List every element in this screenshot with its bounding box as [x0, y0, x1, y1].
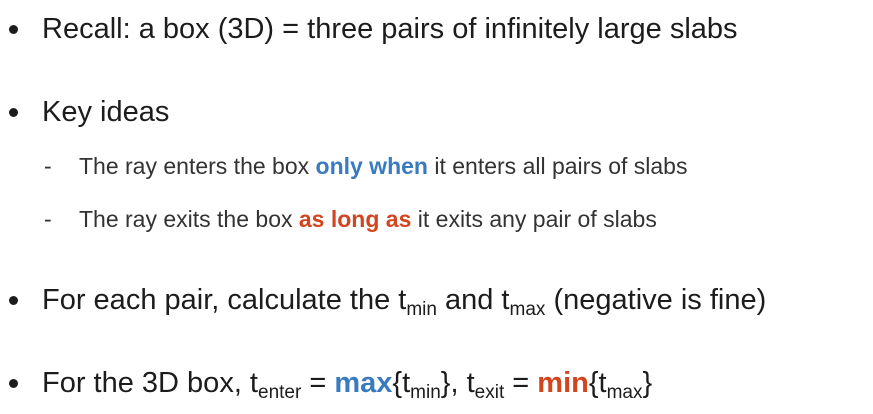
pair-mid: and t — [436, 284, 510, 316]
pair-prefix: For each pair, calculate the t — [42, 284, 407, 316]
pair-suffix: (negative is fine) — [545, 284, 767, 316]
enters-suffix: it enters all pairs of slabs — [427, 153, 688, 179]
bullet-recall-text: Recall: a box (3D) = three pairs of infi… — [42, 13, 738, 45]
box-prefix: For the 3D box, t — [42, 367, 258, 399]
bullet-key-ideas-text: Key ideas — [42, 96, 170, 128]
bullet-3d-box-text: For the 3D box, tenter = max{tmin}, texi… — [42, 366, 652, 404]
subbullet-dash: - — [44, 153, 52, 179]
box-brace-close-1: }, t — [440, 367, 475, 399]
box-brace-open-2: {t — [588, 367, 607, 399]
box-equals-2: = — [504, 367, 538, 399]
pair-min-subscript: min — [406, 299, 437, 320]
bullet-dot — [9, 379, 18, 388]
enters-highlight: only when — [315, 153, 428, 179]
box-min-word: min — [537, 367, 589, 399]
bullet-dot — [9, 25, 18, 34]
box-enter-subscript: enter — [258, 382, 302, 403]
box-brace-close-2: } — [642, 367, 653, 399]
slide: Recall: a box (3D) = three pairs of infi… — [0, 0, 873, 414]
box-min-subscript: min — [410, 382, 441, 403]
exits-prefix: The ray exits the box — [79, 206, 299, 232]
bullet-dot — [9, 296, 18, 305]
box-max-word: max — [334, 367, 393, 399]
box-equals-1: = — [301, 367, 335, 399]
subbullet-dash: - — [44, 206, 52, 232]
enters-prefix: The ray enters the box — [79, 153, 316, 179]
bullet-dot — [9, 108, 18, 117]
box-max-subscript: max — [606, 382, 643, 403]
subbullet-exits-text: The ray exits the box as long as it exit… — [79, 205, 657, 233]
bullet-each-pair-text: For each pair, calculate the tmin and tm… — [42, 283, 766, 321]
pair-max-subscript: max — [509, 299, 546, 320]
box-exit-subscript: exit — [474, 382, 505, 403]
box-brace-open-1: {t — [392, 367, 411, 399]
exits-highlight: as long as — [298, 206, 412, 232]
exits-suffix: it exits any pair of slabs — [411, 206, 657, 232]
subbullet-enters-text: The ray enters the box only when it ente… — [79, 152, 687, 180]
